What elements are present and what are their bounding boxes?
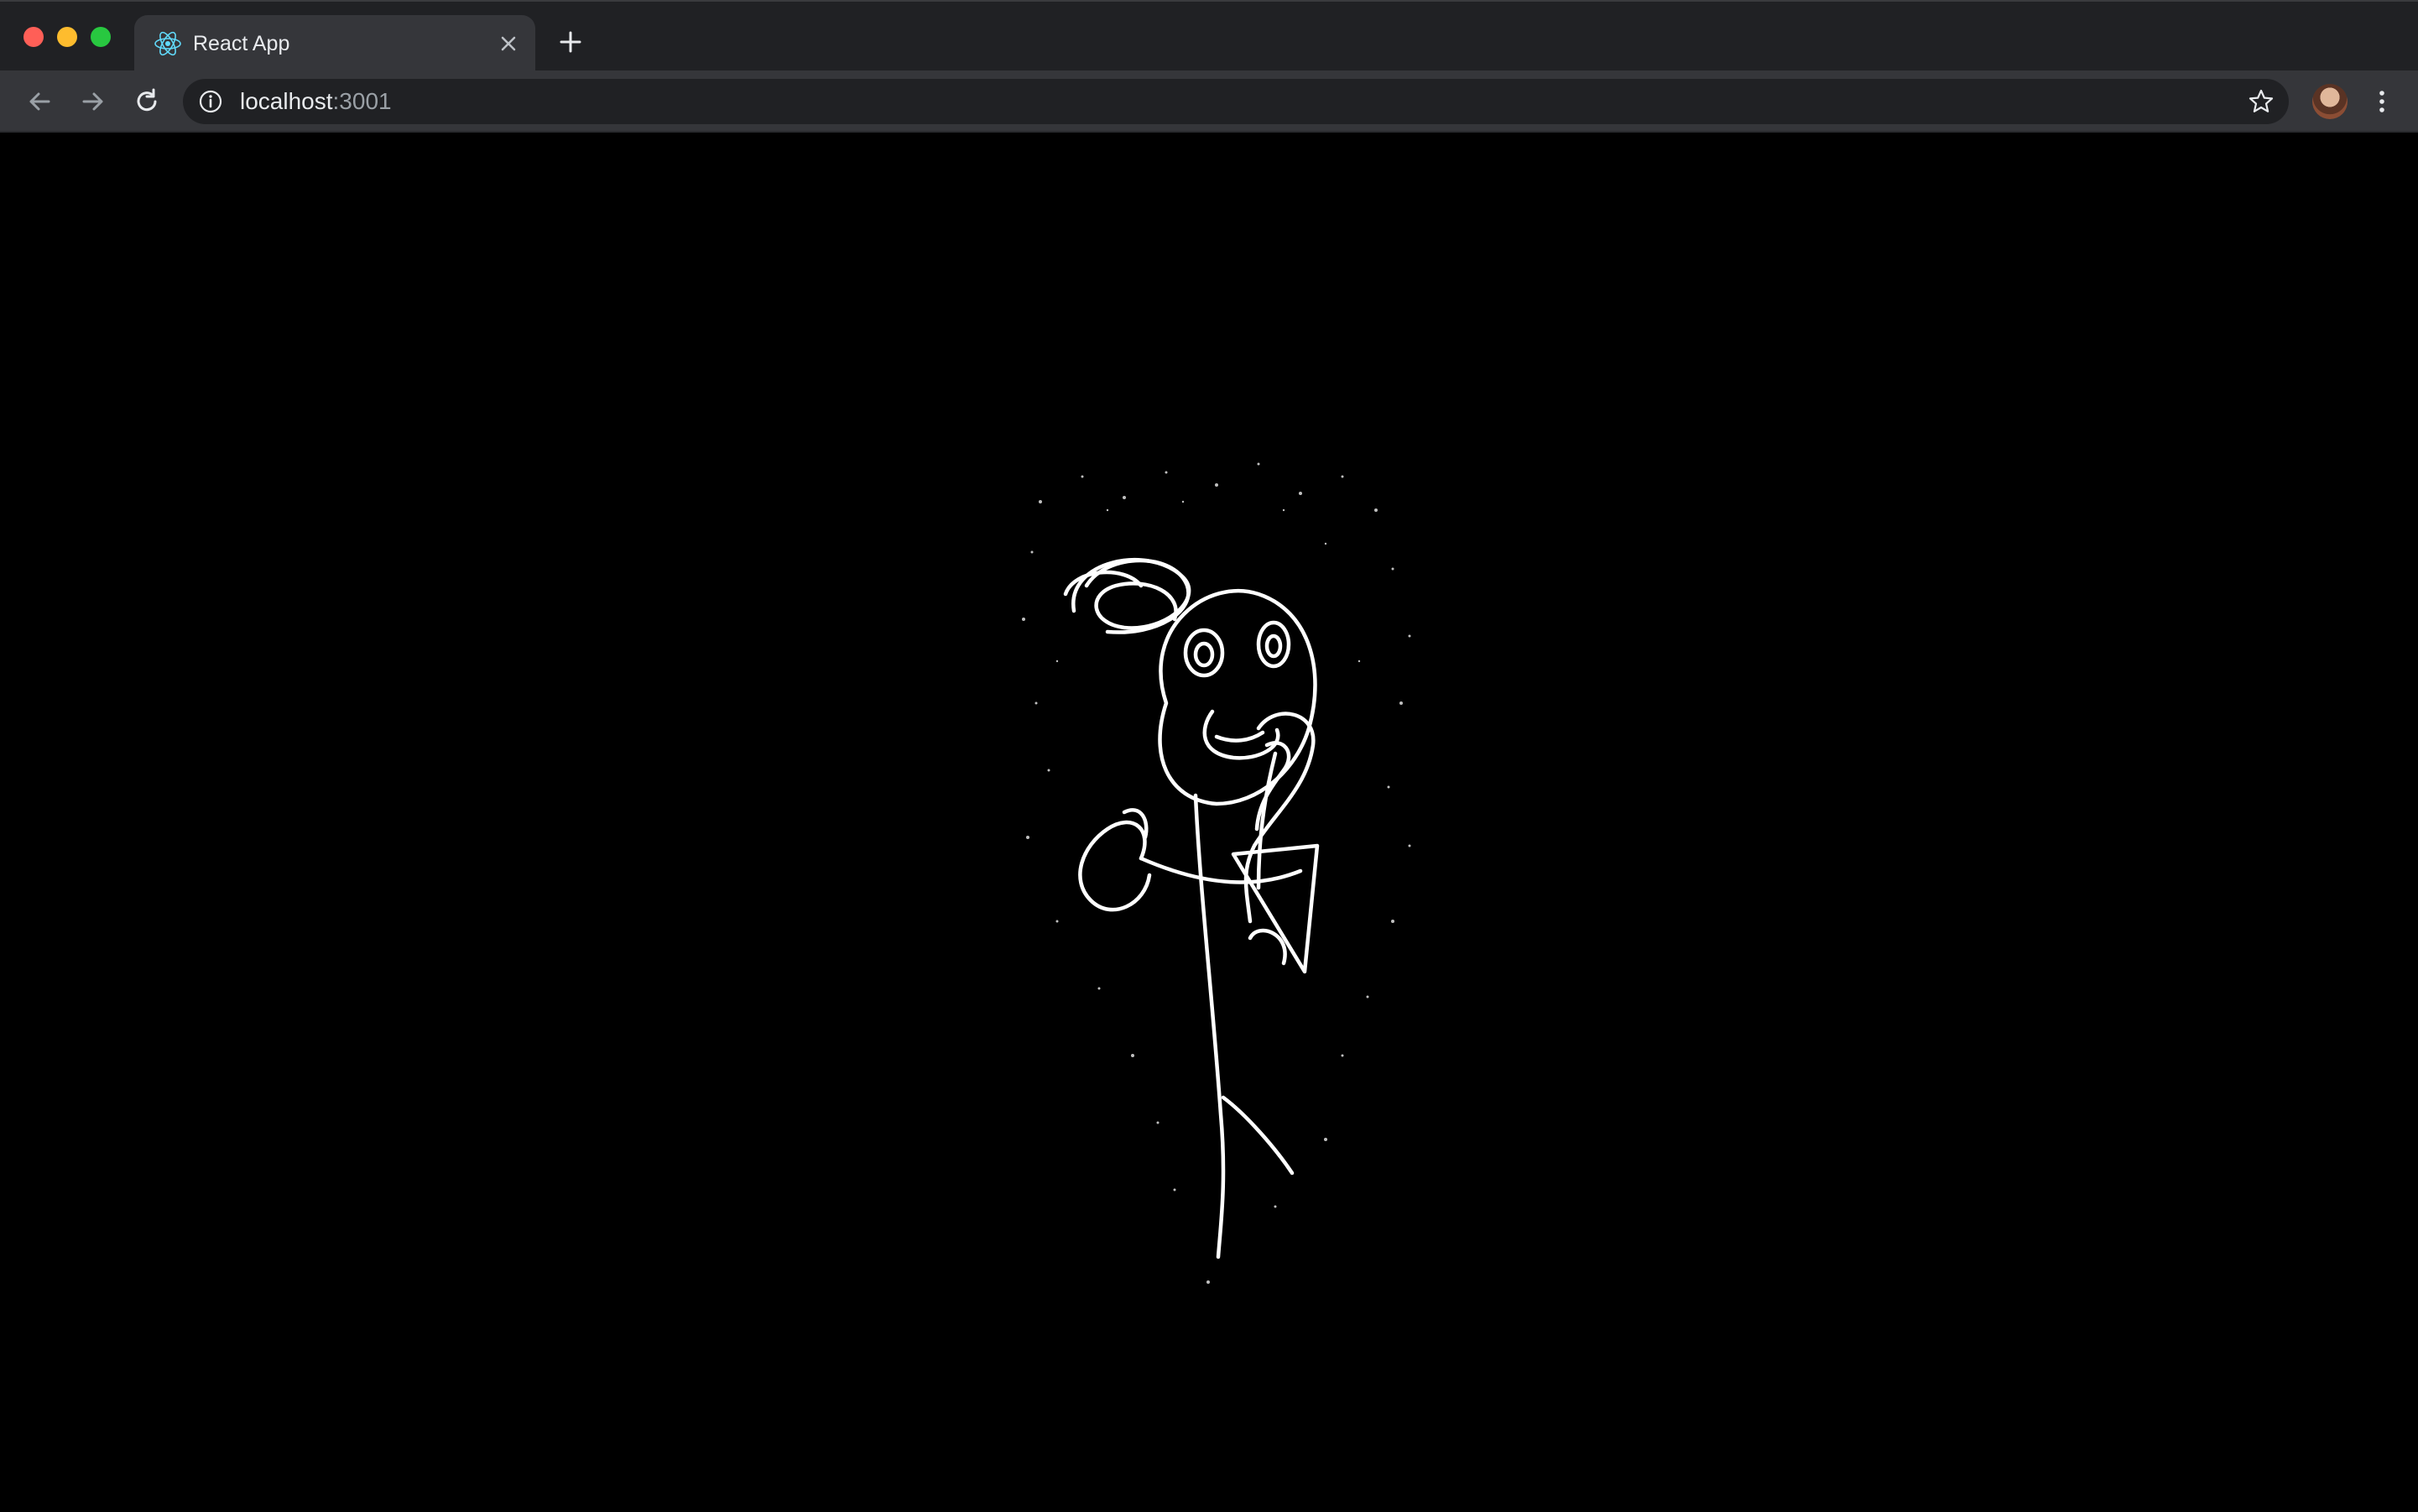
profile-avatar[interactable] <box>2312 84 2348 119</box>
tab-react-app[interactable]: React App <box>134 15 535 72</box>
back-icon[interactable] <box>23 86 55 117</box>
url-port: :3001 <box>332 88 392 114</box>
menu-icon[interactable] <box>2366 86 2398 117</box>
url-text: localhost:3001 <box>240 88 392 115</box>
tab-strip: React App <box>0 0 2418 72</box>
tab-title: React App <box>193 32 290 55</box>
address-bar[interactable]: localhost:3001 <box>183 79 2289 124</box>
new-tab-icon[interactable] <box>555 27 586 57</box>
minimize-window-button[interactable] <box>57 27 77 47</box>
close-tab-icon[interactable] <box>493 29 524 59</box>
reload-icon[interactable] <box>131 86 163 117</box>
close-window-button[interactable] <box>23 27 44 47</box>
url-host: localhost <box>240 88 333 114</box>
react-logo-icon <box>154 31 181 56</box>
maximize-window-button[interactable] <box>91 27 111 47</box>
toolbar: localhost:3001 <box>0 70 2418 133</box>
browser-window: React App localhost:3001 <box>0 0 2418 1512</box>
star-icon[interactable] <box>2247 87 2275 116</box>
info-icon[interactable] <box>198 89 223 114</box>
forward-icon[interactable] <box>77 86 109 117</box>
drawing-canvas[interactable] <box>0 133 2418 1512</box>
stick-figure-drawing <box>1022 462 1411 1284</box>
